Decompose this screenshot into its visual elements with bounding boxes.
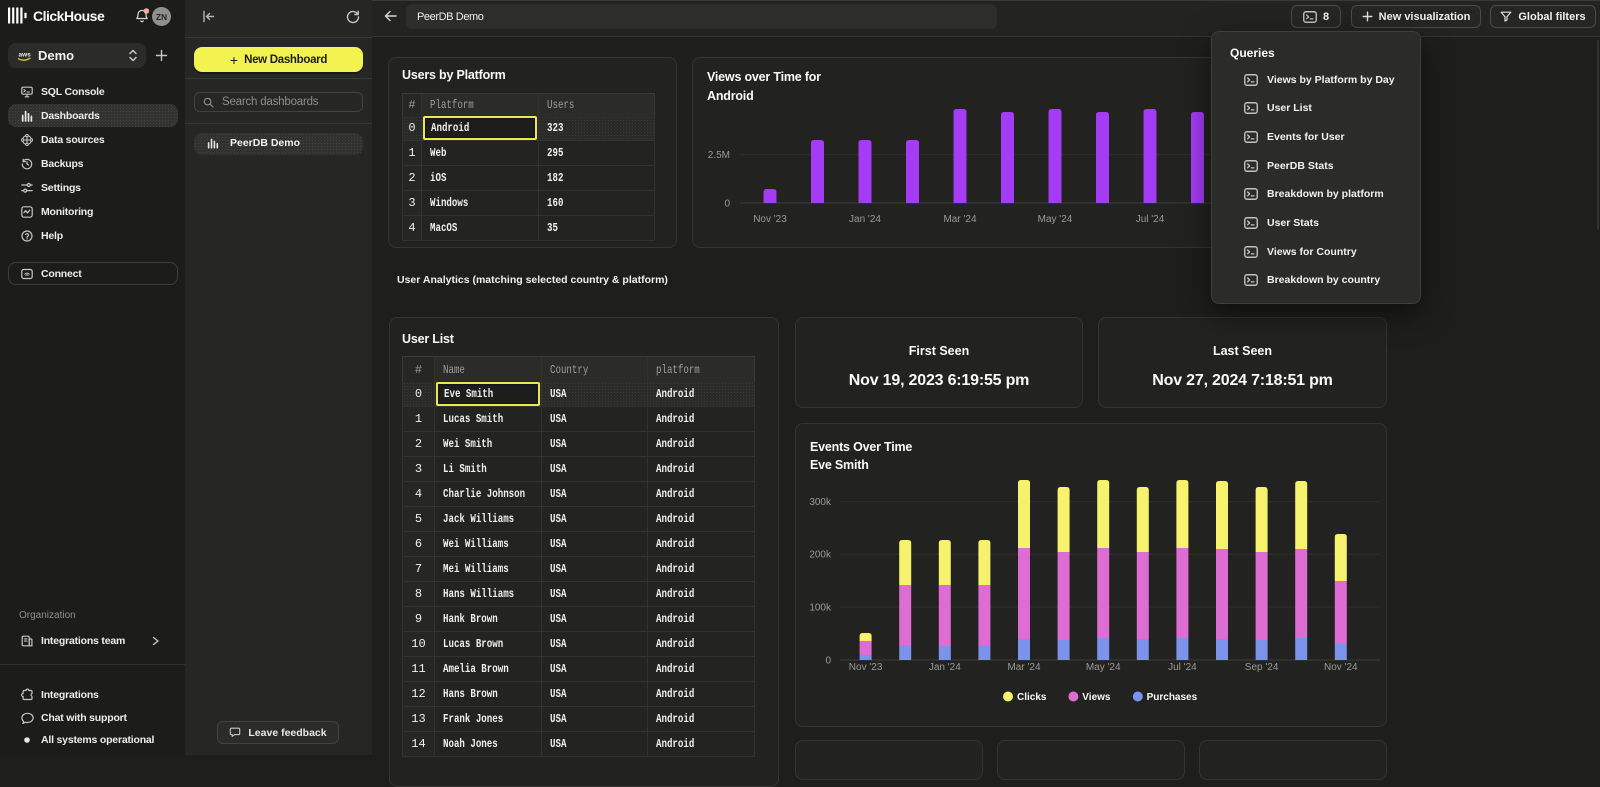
svg-text:100k: 100k — [809, 602, 832, 613]
svg-text:Jul '24: Jul '24 — [1136, 214, 1165, 225]
svg-text:Nov '24: Nov '24 — [1324, 662, 1358, 673]
svg-text:aws: aws — [19, 52, 32, 59]
svg-text:Purchases: Purchases — [1147, 692, 1198, 703]
svg-text:200k: 200k — [809, 550, 832, 561]
svg-text:Jul '24: Jul '24 — [1168, 662, 1197, 673]
svg-text:May '24: May '24 — [1086, 662, 1121, 673]
svg-text:Views: Views — [1082, 692, 1111, 703]
svg-text:Jan '24: Jan '24 — [929, 662, 961, 673]
svg-text:0: 0 — [724, 199, 730, 210]
svg-text:May '24: May '24 — [1038, 214, 1073, 225]
svg-text:300k: 300k — [809, 497, 832, 508]
svg-text:Mar '24: Mar '24 — [943, 214, 976, 225]
svg-text:Jan '24: Jan '24 — [849, 214, 881, 225]
svg-text:Nov '23: Nov '23 — [849, 662, 883, 673]
svg-text:2.5M: 2.5M — [708, 150, 730, 161]
svg-text:Clicks: Clicks — [1017, 692, 1047, 703]
svg-text:0: 0 — [825, 655, 831, 666]
svg-text:Sep '24: Sep '24 — [1245, 662, 1279, 673]
svg-text:Mar '24: Mar '24 — [1007, 662, 1040, 673]
svg-text:Nov '23: Nov '23 — [753, 214, 787, 225]
